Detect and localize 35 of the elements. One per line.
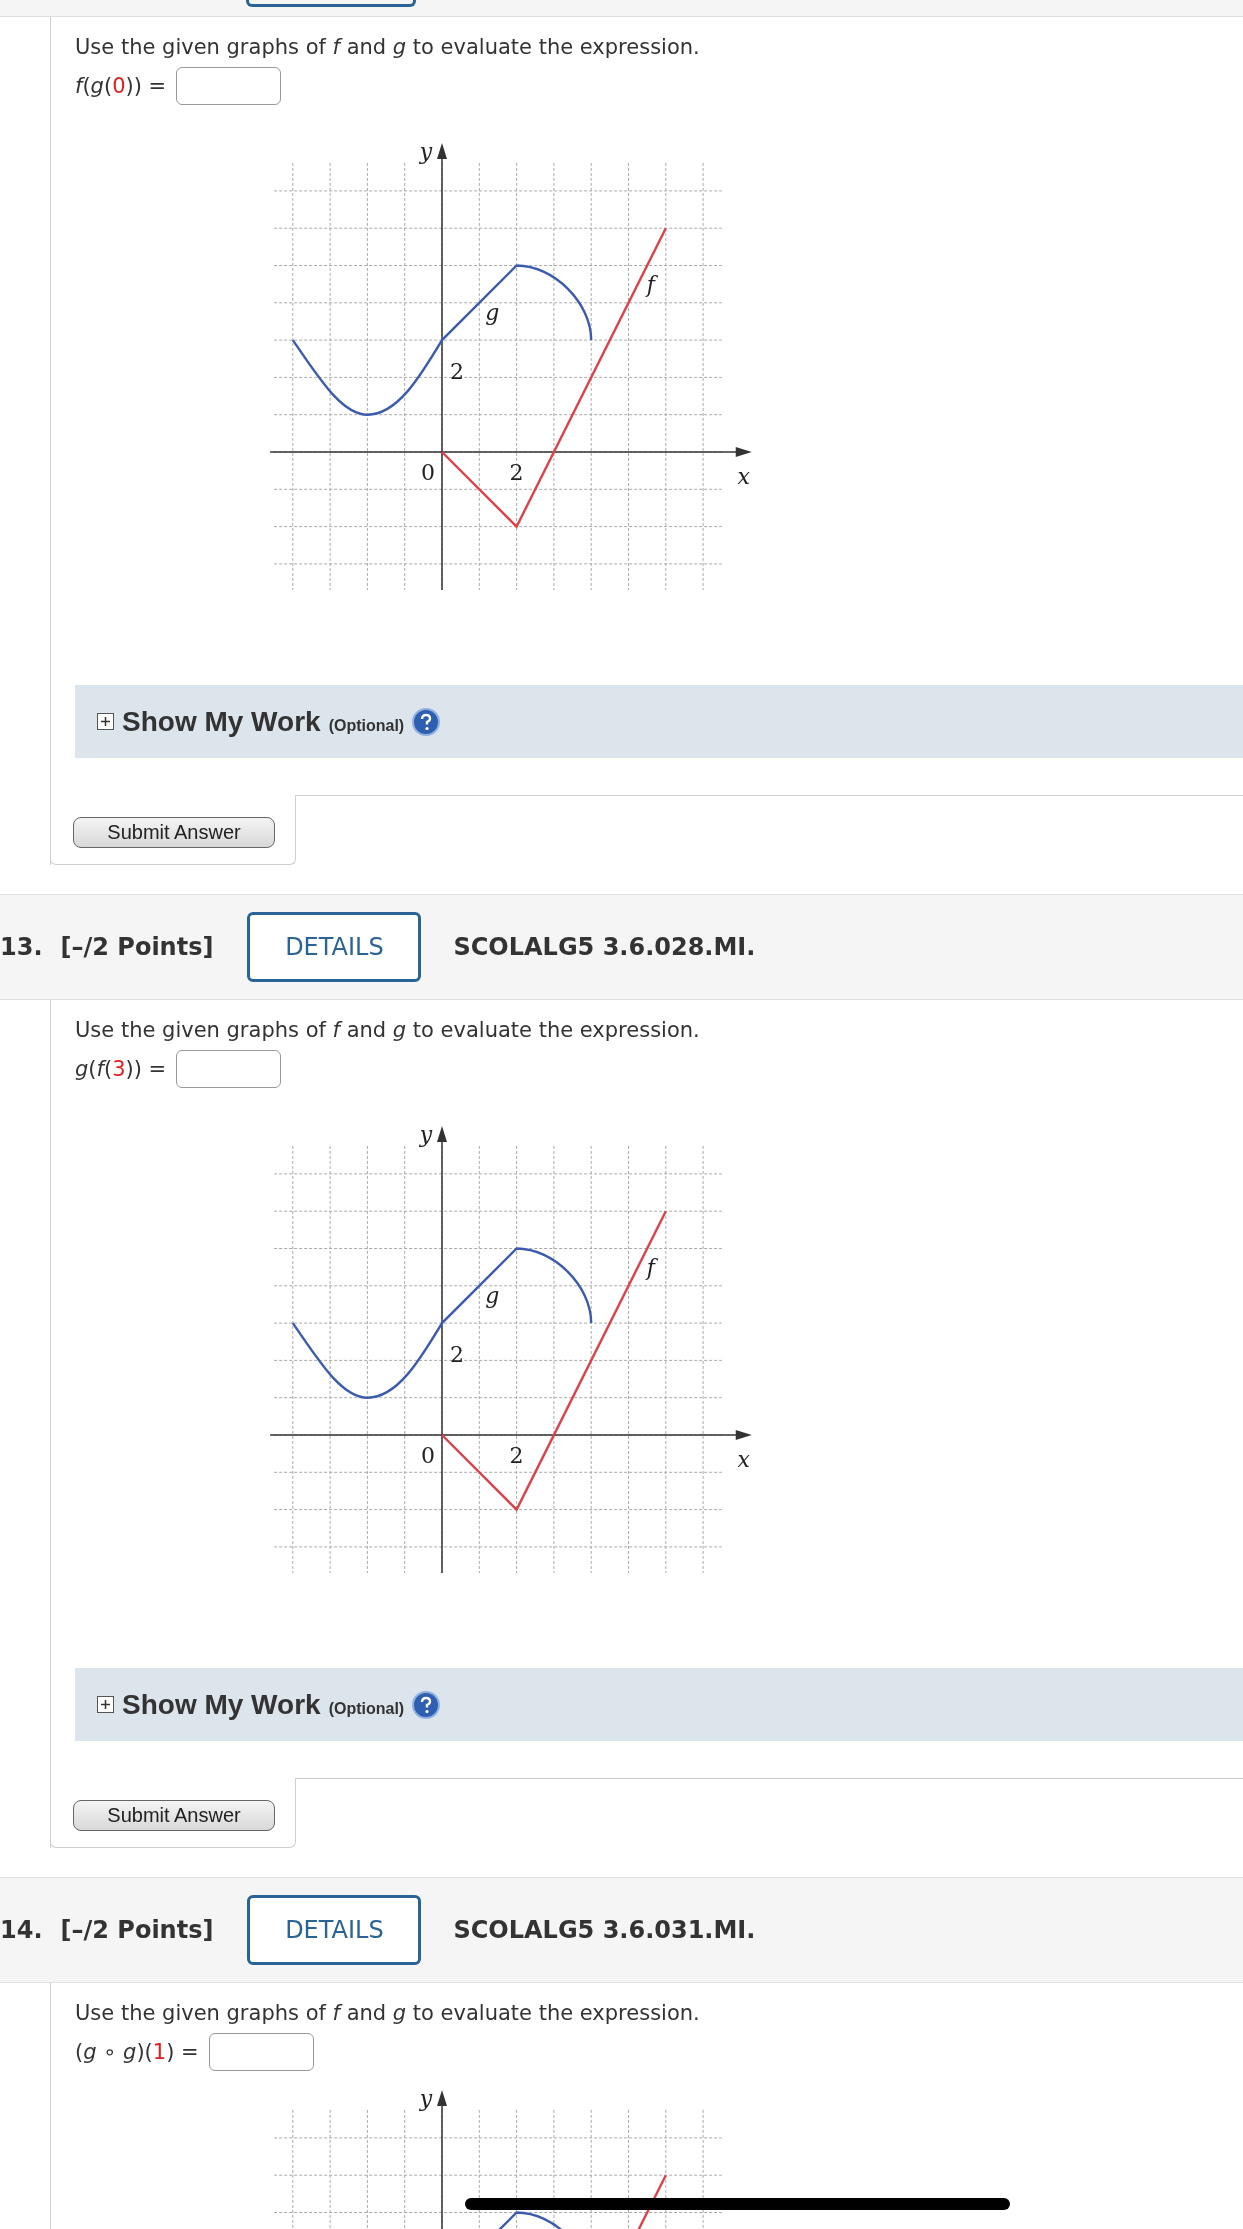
submit-answer-button[interactable]: Submit Answer [73,1800,275,1831]
points-label: [–/2 Points] [60,933,214,961]
problem-code: SCOLALG5 3.6.031.MI. [453,1916,756,1944]
submit-answer-button[interactable]: Submit Answer [73,817,275,848]
tick-label: 2 [450,1342,464,1368]
show-work-label: Show My Work [122,705,321,738]
points-label: [–/2 Points] [60,1916,214,1944]
axis-label: y [419,138,433,164]
question-prompt: Use the given graphs of f and g to evaluate the expression. [75,34,701,61]
show-work-bar[interactable]: Show My Work (Optional) [75,685,1243,758]
tick-label: 2 [509,1443,524,1468]
expression: g(f(3)) = [75,1057,167,1081]
question-number: 14. [0,1916,43,1944]
curve-label: g [485,299,500,325]
axis-label: x [737,1447,750,1472]
problem-code: SCOLALG5 3.6.028.MI. [453,933,756,961]
curve-label: g [485,1282,500,1308]
show-work-label: Show My Work [122,1688,321,1721]
tick-label: 2 [450,359,464,385]
optional-note: (Optional) [328,1699,405,1718]
details-button[interactable]: DETAILS [247,1895,422,1965]
axis-label: y [419,2085,433,2111]
tick-label: 0 [421,460,435,485]
axis-label: x [737,464,750,489]
question-prompt: Use the given graphs of f and g to evaluate the expression. [75,1017,701,1044]
tick-label: 2 [509,460,524,485]
question-number: 13. [0,933,43,961]
optional-note: (Optional) [328,716,405,735]
show-work-bar[interactable]: Show My Work (Optional) [75,1668,1243,1741]
expression: (g ∘ g)(1) = [75,2040,199,2064]
expression: f(g(0)) = [75,74,167,98]
question-prompt: Use the given graphs of f and g to evaluate the expression. [75,2000,701,2027]
tick-label: 0 [421,1443,435,1468]
axis-label: y [419,1121,433,1147]
details-button[interactable]: DETAILS [247,912,422,982]
